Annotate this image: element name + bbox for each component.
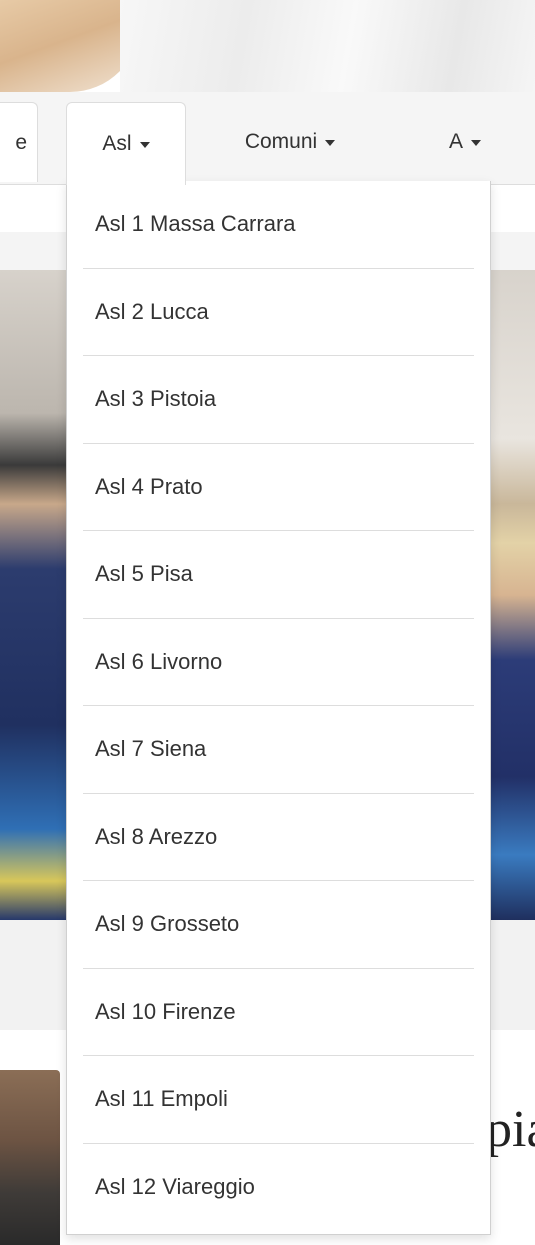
article-thumbnail[interactable] [0,1070,60,1245]
caret-down-icon [325,140,336,146]
dropdown-item-asl-10[interactable]: Asl 10 Firenze [83,969,474,1056]
banner-image-hand [0,0,140,92]
nav-tab-a[interactable]: A [420,102,510,182]
nav-tab-asl-label: Asl [102,132,132,155]
article-title-fragment[interactable]: pia [486,1100,535,1159]
dropdown-item-asl-11[interactable]: Asl 11 Empoli [83,1056,474,1144]
dropdown-item-asl-7[interactable]: Asl 7 Siena [83,706,474,794]
dropdown-item-asl-4[interactable]: Asl 4 Prato [83,444,474,531]
dropdown-item-asl-8[interactable]: Asl 8 Arezzo [83,794,474,881]
dropdown-item-asl-3[interactable]: Asl 3 Pistoia [83,356,474,444]
caret-down-icon [471,140,481,146]
main-navbar: e Asl Comuni A [0,92,535,185]
nav-tab-asl[interactable]: Asl [66,102,186,185]
asl-dropdown-list: Asl 1 Massa Carrara Asl 2 Lucca Asl 3 Pi… [67,181,490,1231]
photo-left-people [0,270,66,920]
nav-tab-comuni[interactable]: Comuni [210,102,370,182]
dropdown-item-asl-1[interactable]: Asl 1 Massa Carrara [83,181,474,269]
dropdown-item-asl-12[interactable]: Asl 12 Viareggio [83,1144,474,1232]
nav-tab-previous[interactable]: e [0,102,38,182]
banner-image-cloth [120,0,535,92]
dropdown-item-asl-2[interactable]: Asl 2 Lucca [83,269,474,356]
dropdown-item-asl-9[interactable]: Asl 9 Grosseto [83,881,474,969]
dropdown-item-asl-6[interactable]: Asl 6 Livorno [83,619,474,706]
nav-tab-previous-label: e [15,130,27,154]
nav-tab-comuni-label: Comuni [244,130,318,153]
dropdown-item-asl-5[interactable]: Asl 5 Pisa [83,531,474,619]
nav-tab-a-label: A [448,130,463,153]
caret-down-icon [139,142,150,148]
header-banner [0,0,535,92]
photo-right-people [490,270,535,920]
asl-dropdown-menu: Asl 1 Massa Carrara Asl 2 Lucca Asl 3 Pi… [66,181,491,1235]
